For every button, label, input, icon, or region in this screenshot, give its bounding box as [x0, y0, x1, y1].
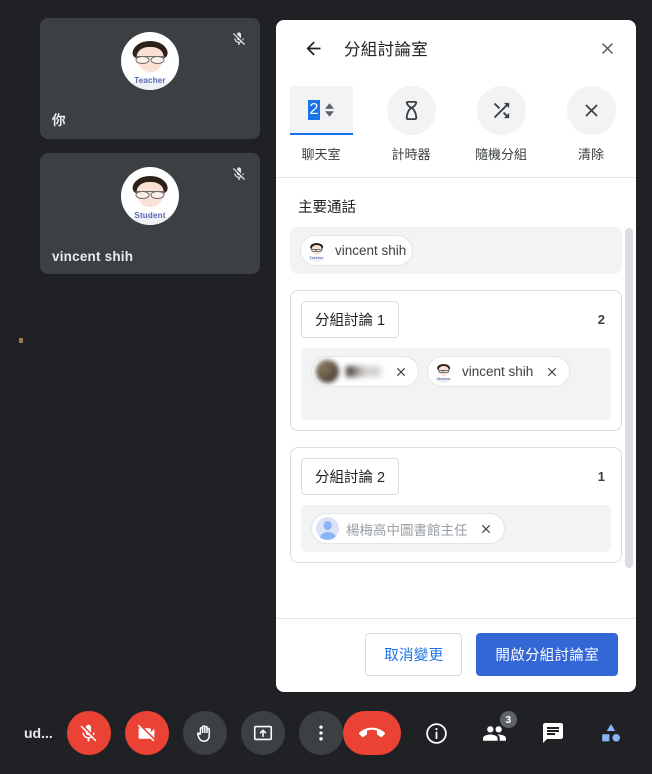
- meeting-details-button[interactable]: [415, 711, 459, 755]
- shuffle-label: 隨機分組: [474, 147, 527, 162]
- avatar-label: Teacher: [134, 75, 166, 85]
- room-participant-count: 2: [597, 312, 605, 327]
- mic-toggle-button[interactable]: [66, 711, 111, 755]
- panel-footer: 取消變更 開啟分組討論室: [276, 618, 636, 692]
- page-title: 分組討論室: [344, 41, 428, 59]
- activities-button[interactable]: [589, 711, 633, 755]
- participant-name-redacted: [346, 366, 382, 377]
- hangup-button[interactable]: [342, 711, 401, 755]
- arrow-back-icon[interactable]: [298, 33, 328, 63]
- remove-participant-icon[interactable]: [477, 519, 496, 538]
- call-controls-right: 3: [342, 711, 652, 755]
- breakout-room-card: 分組討論 2 1 楊梅高中圖書館主任: [290, 447, 622, 563]
- clear-label: 清除: [577, 147, 604, 162]
- quantity-stepper[interactable]: 2: [289, 86, 353, 135]
- room-participants: 楊梅高中圖書館主任: [301, 505, 611, 552]
- participant-chip[interactable]: Teacher vincent shih: [300, 235, 414, 266]
- panel-scrollbar[interactable]: [625, 228, 633, 568]
- mic-off-icon: [226, 161, 252, 187]
- room-header: 分組討論 2 1: [301, 458, 611, 495]
- avatar: [316, 517, 339, 540]
- participant-chip[interactable]: Student vincent shih: [427, 356, 571, 387]
- mic-off-icon: [226, 26, 252, 52]
- camera-toggle-button[interactable]: [124, 711, 169, 755]
- close-icon[interactable]: [592, 33, 622, 63]
- rooms-list: 主要通話 Teacher vincent shih 分組討論 1 2 Student v…: [276, 178, 636, 618]
- video-tile-self[interactable]: Teacher 你: [40, 18, 260, 139]
- rooms-count-stepper[interactable]: 2 聊天室: [276, 86, 366, 163]
- avatar-label: Student: [436, 376, 451, 381]
- people-count-badge: 3: [499, 711, 517, 728]
- shuffle-icon: [476, 86, 526, 135]
- hourglass-icon: [386, 86, 436, 135]
- remove-participant-icon[interactable]: [542, 362, 561, 381]
- main-call-participants: Teacher vincent shih: [290, 227, 622, 274]
- avatar: Student: [432, 360, 455, 383]
- people-button[interactable]: 3: [473, 711, 517, 755]
- cursor-indicator: [19, 338, 23, 343]
- participant-chip[interactable]: 楊梅高中圖書館主任: [311, 513, 505, 544]
- avatar: Teacher: [121, 32, 179, 90]
- present-screen-button[interactable]: [240, 711, 285, 755]
- tile-name: 你: [52, 113, 66, 128]
- stepper-arrows-icon[interactable]: [325, 102, 335, 117]
- panel-header: 分組討論室: [276, 20, 636, 76]
- participant-name: vincent shih: [462, 364, 534, 379]
- avatar-label: Student: [134, 210, 166, 220]
- meeting-label: ud...: [24, 725, 53, 741]
- room-name-input[interactable]: 分組討論 1: [301, 301, 400, 338]
- avatar: Teacher: [305, 239, 328, 262]
- avatar: Student: [121, 167, 179, 225]
- shuffle-button[interactable]: 隨機分組: [456, 86, 546, 163]
- participant-chip[interactable]: [311, 356, 419, 387]
- clear-button[interactable]: 清除: [546, 86, 636, 163]
- chat-button[interactable]: [531, 711, 575, 755]
- room-participant-count: 1: [597, 469, 605, 484]
- more-options-button[interactable]: [298, 711, 343, 755]
- avatar-label: Teacher: [309, 255, 324, 260]
- room-header: 分組討論 1 2: [301, 301, 611, 338]
- call-controls-bar: ud... 3: [0, 692, 652, 774]
- raise-hand-button[interactable]: [182, 711, 227, 755]
- avatar: [316, 360, 339, 383]
- breakout-rooms-panel: 分組討論室 2 聊天室 計時器 隨機分組 清除 主要通話 Teacher vin…: [276, 20, 636, 692]
- room-participants: Student vincent shih: [301, 348, 611, 420]
- participant-name: vincent shih: [335, 243, 407, 258]
- breakout-room-cards: 分組討論 1 2 Student vincent shih 分組討論 2 1 楊梅高中圖書館…: [290, 290, 622, 563]
- breakout-room-card: 分組討論 1 2 Student vincent shih: [290, 290, 622, 431]
- open-breakout-rooms-button[interactable]: 開啟分組討論室: [476, 633, 618, 676]
- host-controls-button[interactable]: [647, 711, 652, 755]
- rooms-count-value[interactable]: 2: [307, 99, 321, 120]
- tile-name: vincent shih: [52, 249, 134, 264]
- remove-participant-icon[interactable]: [391, 362, 410, 381]
- close-icon: [566, 86, 616, 135]
- timer-label: 計時器: [391, 147, 431, 162]
- breakout-toolbar: 2 聊天室 計時器 隨機分組 清除: [276, 76, 636, 178]
- main-call-title: 主要通話: [298, 200, 356, 216]
- room-name-input[interactable]: 分組討論 2: [301, 458, 400, 495]
- timer-button[interactable]: 計時器: [366, 86, 456, 163]
- video-tile-participant[interactable]: Student vincent shih: [40, 153, 260, 274]
- meet-screen: Teacher 你 Student vincent shih 分組討論室 2 聊…: [0, 0, 652, 774]
- rooms-label: 聊天室: [301, 147, 341, 162]
- call-controls-left: ud...: [24, 711, 343, 755]
- participant-name: 楊梅高中圖書館主任: [346, 522, 468, 538]
- cancel-button[interactable]: 取消變更: [365, 633, 463, 676]
